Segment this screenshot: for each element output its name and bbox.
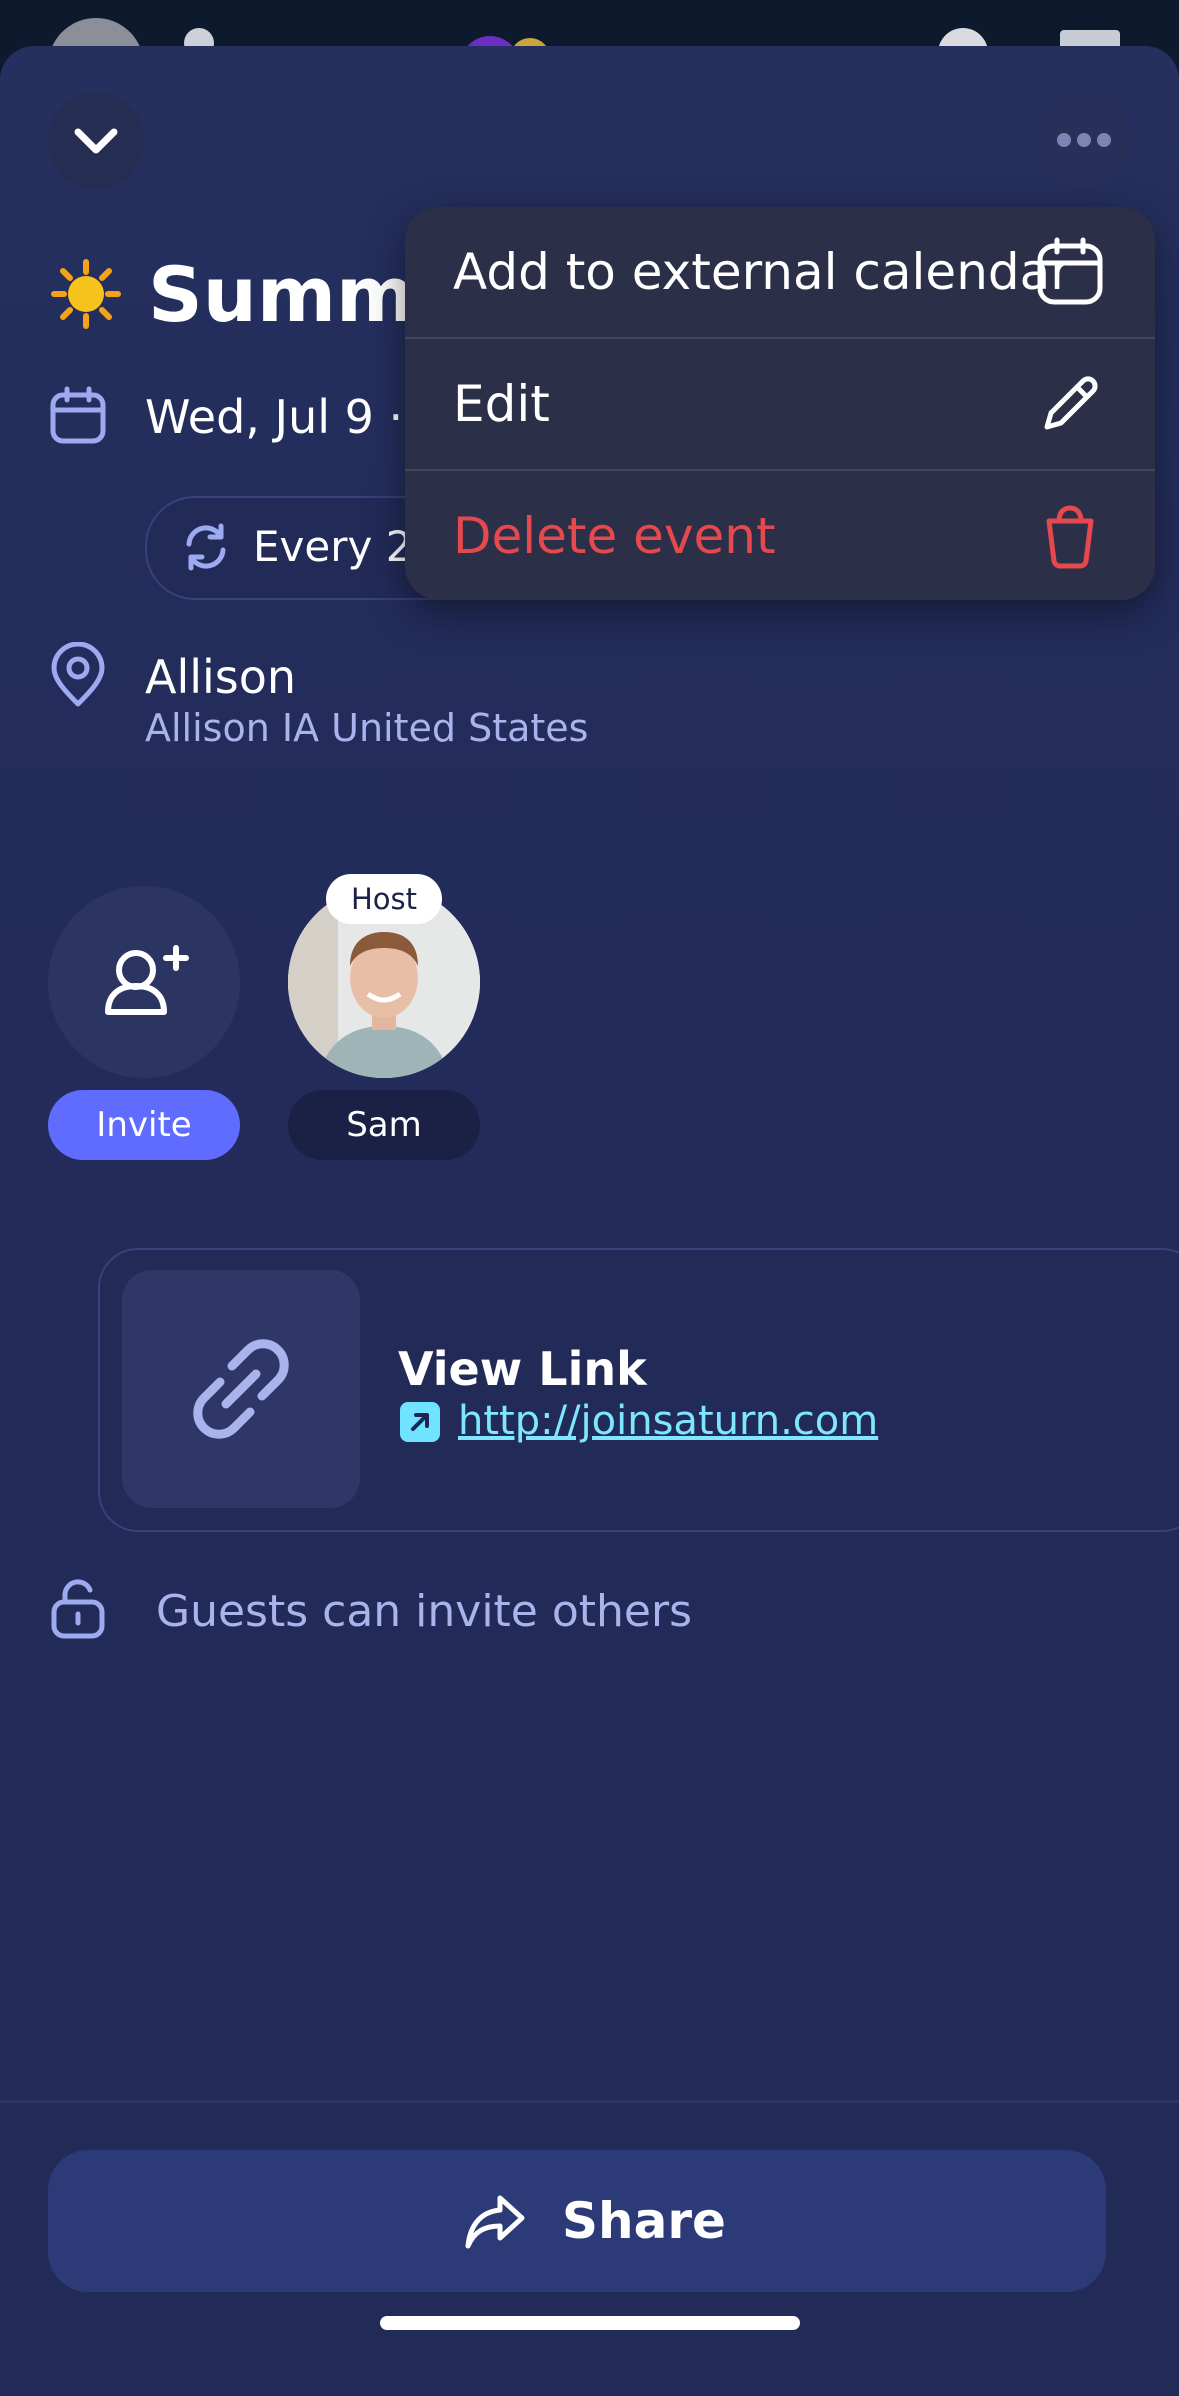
- unlock-icon: [51, 1579, 105, 1639]
- link-url[interactable]: http://joinsaturn.com: [458, 1398, 878, 1444]
- location-name[interactable]: Allison: [145, 650, 296, 704]
- sun-emoji-icon: [51, 259, 121, 329]
- menu-item-label: Delete event: [453, 507, 776, 565]
- location-detail[interactable]: Allison IA United States: [145, 706, 588, 750]
- menu-item-delete-event[interactable]: Delete event: [405, 471, 1155, 600]
- calendar-icon: [50, 386, 106, 444]
- location-pin-icon: [51, 642, 105, 707]
- add-person-icon: [105, 945, 189, 1015]
- collapse-button[interactable]: [48, 92, 144, 188]
- link-card[interactable]: View Link http://joinsaturn.com: [98, 1248, 1179, 1532]
- menu-item-add-to-calendar[interactable]: Add to external calendar: [405, 207, 1155, 337]
- share-button[interactable]: Share: [48, 2150, 1106, 2292]
- calendar-icon: [1037, 237, 1103, 305]
- menu-item-label: Edit: [453, 375, 550, 433]
- share-label: Share: [562, 2192, 726, 2250]
- host-name[interactable]: Sam: [288, 1090, 480, 1160]
- trash-icon: [1046, 505, 1094, 569]
- pencil-icon: [1044, 376, 1098, 430]
- link-thumbnail: [122, 1270, 360, 1508]
- link-icon: [193, 1339, 289, 1439]
- event-date: Wed, Jul 9 ·: [145, 390, 404, 444]
- external-link-icon: [400, 1402, 440, 1442]
- more-options-button[interactable]: [1036, 92, 1132, 188]
- repeat-icon: [186, 523, 226, 571]
- footer-divider: [0, 2100, 1179, 2103]
- guests-permission-text: Guests can invite others: [156, 1586, 692, 1637]
- link-title: View Link: [398, 1342, 647, 1396]
- chevron-down-icon: [74, 128, 118, 154]
- more-dots-icon: [1057, 133, 1111, 147]
- host-badge: Host: [326, 874, 442, 924]
- share-icon: [465, 2195, 525, 2249]
- repeat-label: Every 2: [253, 522, 413, 571]
- menu-item-label: Add to external calendar: [453, 243, 1071, 301]
- menu-item-edit[interactable]: Edit: [405, 339, 1155, 469]
- invite-label[interactable]: Invite: [48, 1090, 240, 1160]
- home-indicator: [380, 2316, 800, 2330]
- event-options-menu: Add to external calendar Edit Delete eve…: [405, 207, 1155, 600]
- event-detail-sheet: Summe Wed, Jul 9 · Every 2 Allison Allis…: [0, 46, 1179, 2396]
- invite-button[interactable]: [48, 886, 240, 1078]
